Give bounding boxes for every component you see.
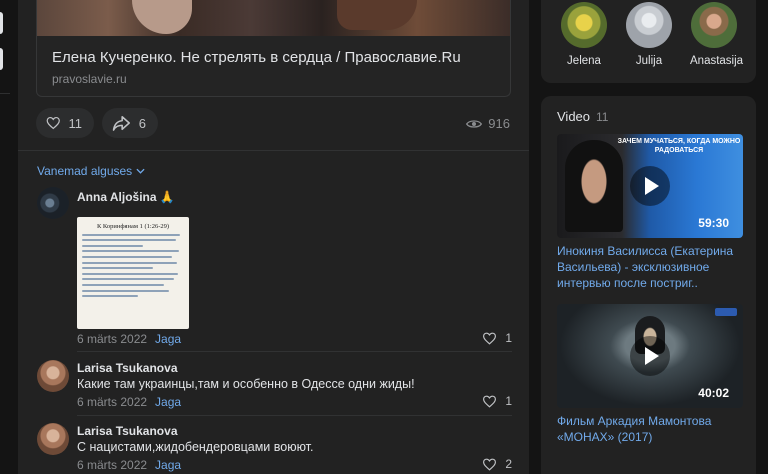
friend-item[interactable]: Jelena bbox=[560, 2, 608, 67]
chevron-down-icon bbox=[136, 168, 145, 174]
friend-name: Julija bbox=[635, 55, 663, 67]
comments-sort-toggle[interactable]: Vanemad alguses bbox=[37, 164, 145, 178]
friend-name: Anastasija bbox=[690, 55, 744, 67]
left-nav-edge bbox=[0, 0, 10, 474]
video-title[interactable]: Инокиня Василисса (Екатерина Васильева) … bbox=[557, 243, 747, 291]
video-duration: 40:02 bbox=[698, 386, 729, 400]
comment-date[interactable]: 6 märts 2022 bbox=[77, 458, 147, 472]
avatar[interactable] bbox=[37, 360, 69, 392]
eye-icon bbox=[466, 119, 483, 128]
reply-link[interactable]: Jaga bbox=[155, 458, 181, 472]
left-nav-item[interactable] bbox=[0, 48, 3, 70]
comment-author[interactable]: Anna Aljošina 🙏 bbox=[77, 190, 175, 204]
video-thumbnail[interactable]: 40:02 bbox=[557, 304, 743, 408]
videos-count: 11 bbox=[596, 110, 609, 124]
thumbnail-figure bbox=[565, 140, 623, 232]
comment-like-count: 1 bbox=[505, 394, 512, 408]
share-button[interactable]: 6 bbox=[102, 108, 158, 138]
comment-text: С нацистами,жидобендеровцами воюют. bbox=[77, 440, 314, 454]
avatar[interactable] bbox=[37, 423, 69, 455]
like-count: 11 bbox=[68, 115, 83, 131]
videos-heading-label: Video bbox=[557, 109, 591, 124]
comment-like-button[interactable]: 2 bbox=[482, 457, 512, 471]
views-count: 916 bbox=[488, 116, 510, 131]
comment-divider bbox=[77, 415, 512, 416]
reply-link[interactable]: Jaga bbox=[155, 332, 181, 346]
heart-icon bbox=[483, 395, 497, 408]
play-icon[interactable] bbox=[630, 336, 670, 376]
like-button[interactable]: 11 bbox=[36, 108, 94, 138]
friend-item[interactable]: Julija bbox=[625, 2, 673, 67]
comment-divider bbox=[77, 351, 512, 352]
link-preview-image bbox=[37, 0, 510, 36]
avatar bbox=[626, 2, 672, 48]
attachment-heading: К Коринфянам 1 (1:26-29) bbox=[96, 223, 170, 230]
heart-icon bbox=[46, 116, 60, 130]
comments-sort-label: Vanemad alguses bbox=[37, 164, 133, 178]
comment-date[interactable]: 6 märts 2022 bbox=[77, 332, 147, 346]
comment-meta: 6 märts 2022 Jaga bbox=[77, 395, 181, 409]
comment-text: Какие там украинцы,там и особенно в Одес… bbox=[77, 377, 415, 391]
comment-date[interactable]: 6 märts 2022 bbox=[77, 395, 147, 409]
video-thumbnail[interactable]: ЗАЧЕМ МУЧАТЬСЯ, КОГДА МОЖНО РАДОВАТЬСЯ 5… bbox=[557, 134, 743, 238]
comment-meta: 6 märts 2022 Jaga bbox=[77, 332, 181, 346]
friend-name: Jelena bbox=[567, 55, 601, 67]
comment-item: Larisa Tsukanova С нацистами,жидобендеро… bbox=[37, 423, 512, 474]
heart-icon bbox=[483, 332, 497, 345]
link-preview[interactable]: Елена Кучеренко. Не стрелять в сердца / … bbox=[36, 0, 511, 97]
avatar bbox=[561, 2, 607, 48]
comment-like-count: 2 bbox=[505, 457, 512, 471]
comment-attachment-image[interactable]: К Коринфянам 1 (1:26-29) bbox=[77, 217, 189, 329]
comment-like-button[interactable]: 1 bbox=[482, 394, 512, 408]
post-card: Елена Кучеренко. Не стрелять в сердца / … bbox=[18, 0, 529, 474]
comment-author[interactable]: Larisa Tsukanova bbox=[77, 424, 178, 438]
play-icon[interactable] bbox=[630, 166, 670, 206]
left-nav-divider bbox=[0, 93, 10, 94]
video-title[interactable]: Фильм Аркадия Мамонтова «МОНАХ» (2017) bbox=[557, 413, 747, 445]
comment-item: Anna Aljošina 🙏 К Коринфянам 1 (1:26-29)… bbox=[37, 187, 512, 352]
videos-heading[interactable]: Video 11 bbox=[557, 109, 608, 124]
comment-author[interactable]: Larisa Tsukanova bbox=[77, 361, 178, 375]
friends-block: Jelena Julija Anastasija bbox=[541, 0, 756, 83]
link-preview-domain: pravoslavie.ru bbox=[52, 72, 127, 86]
avatar bbox=[691, 2, 737, 48]
heart-icon bbox=[483, 458, 497, 471]
left-nav-item[interactable] bbox=[0, 12, 3, 34]
views-counter: 916 bbox=[466, 116, 510, 131]
post-divider bbox=[18, 150, 529, 151]
share-count: 6 bbox=[138, 115, 146, 131]
videos-block: Video 11 ЗАЧЕМ МУЧАТЬСЯ, КОГДА МОЖНО РАДО… bbox=[541, 96, 756, 474]
friend-item[interactable]: Anastasija bbox=[690, 2, 744, 67]
channel-logo-icon bbox=[715, 308, 737, 316]
comment-like-button[interactable]: 1 bbox=[482, 331, 512, 345]
video-duration: 59:30 bbox=[698, 216, 729, 230]
share-icon bbox=[112, 115, 130, 131]
thumbnail-caption: ЗАЧЕМ МУЧАТЬСЯ, КОГДА МОЖНО РАДОВАТЬСЯ bbox=[617, 138, 741, 154]
comment-meta: 6 märts 2022 Jaga bbox=[77, 458, 181, 472]
link-preview-title[interactable]: Елена Кучеренко. Не стрелять в сердца / … bbox=[52, 49, 461, 66]
comment-like-count: 1 bbox=[505, 331, 512, 345]
avatar[interactable] bbox=[37, 187, 69, 219]
reply-link[interactable]: Jaga bbox=[155, 395, 181, 409]
comment-item: Larisa Tsukanova Какие там украинцы,там … bbox=[37, 360, 512, 416]
